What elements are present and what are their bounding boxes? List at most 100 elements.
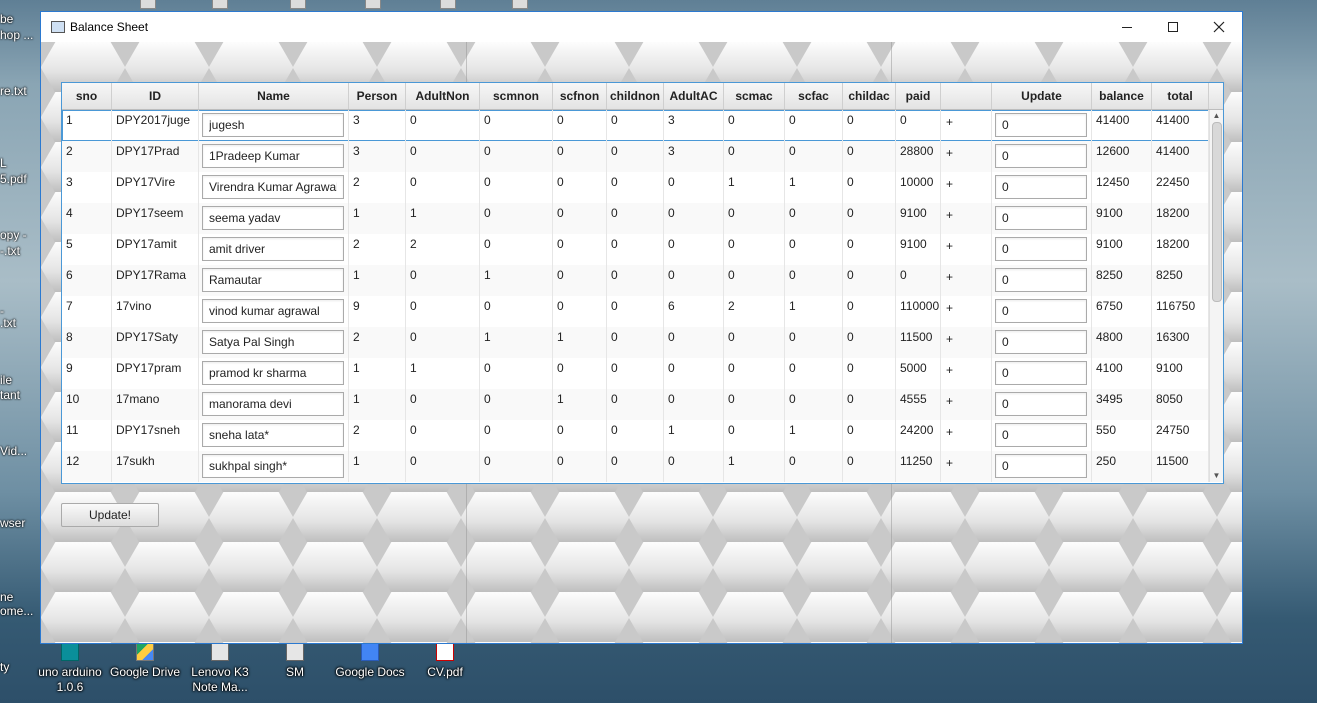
name-field[interactable]	[202, 113, 344, 137]
column-header-scfac[interactable]: scfac	[785, 83, 843, 109]
desktop-icon-label[interactable]: hop ...	[0, 28, 38, 42]
desktop-icon-label[interactable]: Vid...	[0, 444, 38, 458]
desktop-icon-label[interactable]: wser	[0, 516, 38, 530]
desktop-icon-label[interactable]: ome...	[0, 604, 38, 618]
desktop-icon-label[interactable]: tant	[0, 388, 38, 402]
table-row[interactable]: 5DPY17amit2200000009100+910018200	[62, 234, 1209, 265]
table-row[interactable]: 6DPY17Rama1010000000+82508250	[62, 265, 1209, 296]
column-header-adultnon[interactable]: AdultNon	[406, 83, 480, 109]
name-field[interactable]	[202, 454, 344, 478]
name-field[interactable]	[202, 330, 344, 354]
arduino-icon	[61, 643, 79, 661]
update-field[interactable]	[995, 268, 1087, 292]
column-header-scfnon[interactable]: scfnon	[553, 83, 607, 109]
desktop-shortcut[interactable]: CV.pdf	[400, 643, 490, 680]
cell-childac: 0	[843, 296, 896, 327]
cell-childnon: 0	[607, 172, 664, 203]
cell-scfac: 0	[785, 141, 843, 172]
desktop-icon-label[interactable]: ne	[0, 590, 38, 604]
column-header-op[interactable]	[941, 83, 992, 109]
update-field[interactable]	[995, 299, 1087, 323]
table-row[interactable]: 1DPY2017juge3000030000+4140041400	[62, 110, 1209, 141]
cell-scmac: 0	[724, 234, 785, 265]
table-row[interactable]: 3DPY17Vire20000011010000+1245022450	[62, 172, 1209, 203]
update-field[interactable]	[995, 113, 1087, 137]
column-header-total[interactable]: total	[1152, 83, 1209, 109]
desktop-icon-label[interactable]: ile	[0, 373, 38, 387]
update-field[interactable]	[995, 454, 1087, 478]
desktop-icon[interactable]	[512, 0, 528, 9]
desktop-icon-label[interactable]: .txt	[0, 316, 38, 330]
cell-paid: 4555	[896, 389, 941, 420]
desktop-icon[interactable]	[212, 0, 228, 9]
desktop-icon-label[interactable]: re.txt	[0, 84, 38, 98]
table-row[interactable]: 4DPY17seem1100000009100+910018200	[62, 203, 1209, 234]
desktop-icon-label[interactable]: 5.pdf	[0, 172, 38, 186]
table-row[interactable]: 1217sukh10000010011250+25011500	[62, 451, 1209, 482]
title-bar[interactable]: Balance Sheet	[41, 12, 1242, 42]
update-field[interactable]	[995, 144, 1087, 168]
desktop-icon[interactable]	[290, 0, 306, 9]
name-field[interactable]	[202, 175, 344, 199]
name-field[interactable]	[202, 144, 344, 168]
column-header-childac[interactable]: childac	[843, 83, 896, 109]
cell-scmac: 0	[724, 358, 785, 389]
name-field[interactable]	[202, 206, 344, 230]
table-row[interactable]: 717vino900006210110000+6750116750	[62, 296, 1209, 327]
vertical-scrollbar[interactable]: ▲ ▼	[1209, 110, 1223, 482]
column-header-sno[interactable]: sno	[62, 83, 112, 109]
table-header: sno ID Name Person AdultNon scmnon scfnon child…	[62, 83, 1223, 110]
cell-scfac: 0	[785, 358, 843, 389]
column-header-person[interactable]: Person	[349, 83, 406, 109]
cell-id: 17sukh	[112, 451, 199, 482]
table-row[interactable]: 9DPY17pram1100000005000+41009100	[62, 358, 1209, 389]
name-field[interactable]	[202, 392, 344, 416]
desktop-icon[interactable]	[365, 0, 381, 9]
table-row[interactable]: 11DPY17sneh20000101024200+55024750	[62, 420, 1209, 451]
scroll-up-icon[interactable]: ▲	[1212, 111, 1221, 120]
desktop-icon-label[interactable]: be	[0, 12, 38, 26]
desktop-icon-label[interactable]: L	[0, 156, 38, 170]
table-row[interactable]: 8DPY17Saty20110000011500+480016300	[62, 327, 1209, 358]
table-row[interactable]: 1017mano1001000004555+34958050	[62, 389, 1209, 420]
update-button[interactable]: Update!	[61, 503, 159, 527]
update-field[interactable]	[995, 237, 1087, 261]
name-field[interactable]	[202, 237, 344, 261]
column-header-adultac[interactable]: AdultAC	[664, 83, 724, 109]
column-header-scmac[interactable]: scmac	[724, 83, 785, 109]
update-field[interactable]	[995, 423, 1087, 447]
update-field[interactable]	[995, 175, 1087, 199]
column-header-balance[interactable]: balance	[1092, 83, 1152, 109]
desktop-icon[interactable]	[440, 0, 456, 9]
scroll-down-icon[interactable]: ▼	[1212, 471, 1221, 480]
column-header-id[interactable]: ID	[112, 83, 199, 109]
close-button[interactable]	[1196, 12, 1242, 42]
update-field[interactable]	[995, 392, 1087, 416]
update-field[interactable]	[995, 361, 1087, 385]
update-field[interactable]	[995, 206, 1087, 230]
column-header-update[interactable]: Update	[992, 83, 1092, 109]
cell-balance: 41400	[1092, 110, 1152, 141]
desktop-icon-label[interactable]: -.txt	[0, 244, 38, 258]
column-header-name[interactable]: Name	[199, 83, 349, 109]
name-field[interactable]	[202, 299, 344, 323]
cell-scmnon: 0	[480, 234, 553, 265]
desktop-icon[interactable]	[140, 0, 156, 9]
minimize-button[interactable]	[1104, 12, 1150, 42]
scrollbar-thumb[interactable]	[1212, 122, 1222, 302]
cell-adultac: 1	[664, 420, 724, 451]
table-row[interactable]: 2DPY17Prad30000300028800+1260041400	[62, 141, 1209, 172]
desktop-icon-label[interactable]: opy -	[0, 228, 38, 242]
name-field[interactable]	[202, 268, 344, 292]
maximize-button[interactable]	[1150, 12, 1196, 42]
name-field[interactable]	[202, 361, 344, 385]
cell-childnon: 0	[607, 389, 664, 420]
name-field[interactable]	[202, 423, 344, 447]
cell-sno: 12	[62, 451, 112, 482]
column-header-paid[interactable]: paid	[896, 83, 941, 109]
column-header-childnon[interactable]: childnon	[607, 83, 664, 109]
update-field[interactable]	[995, 330, 1087, 354]
google-drive-icon	[136, 643, 154, 661]
column-header-scmnon[interactable]: scmnon	[480, 83, 553, 109]
cell-update	[992, 265, 1092, 296]
